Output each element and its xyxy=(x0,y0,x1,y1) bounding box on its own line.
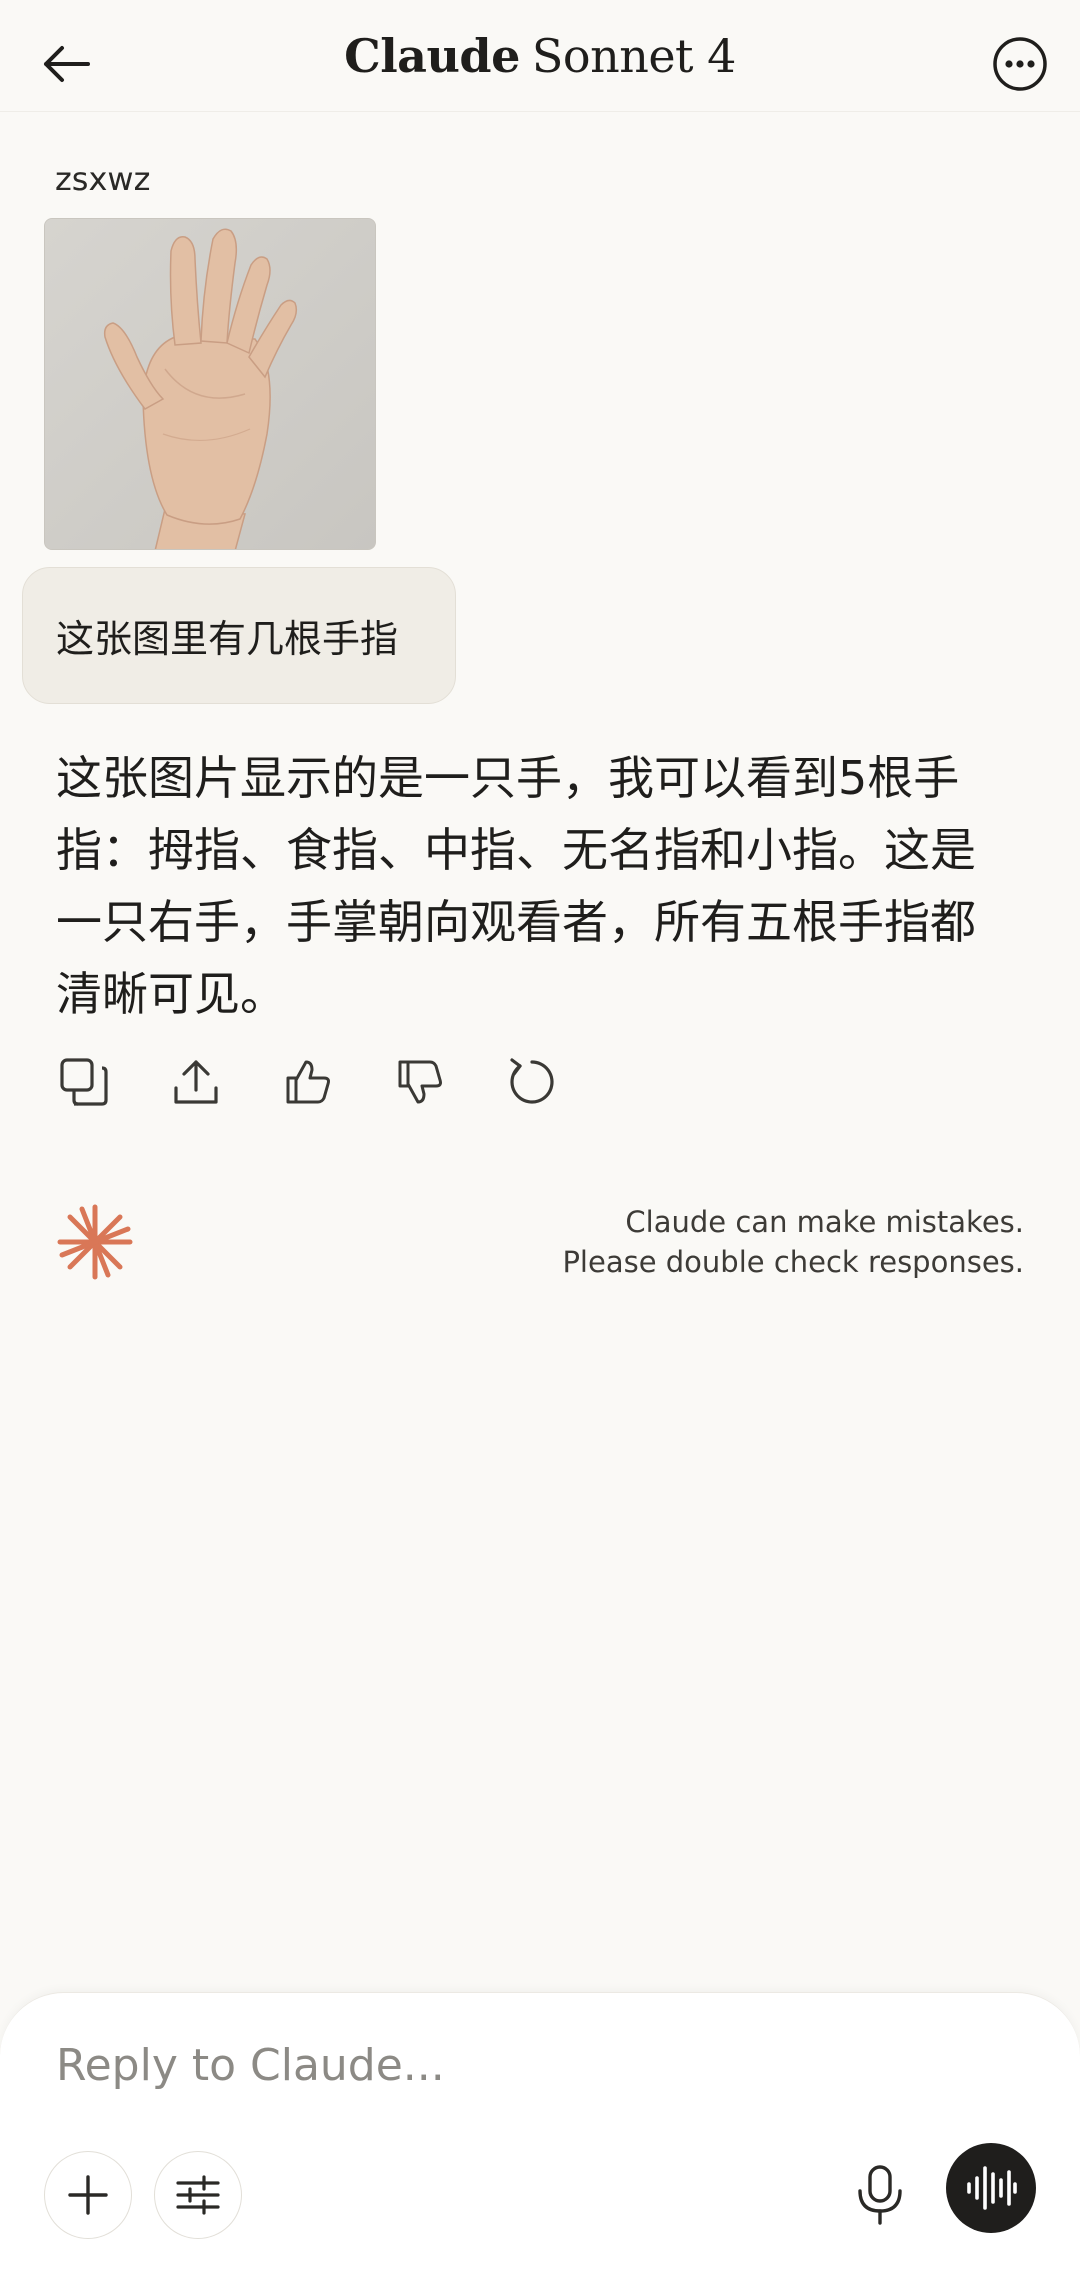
settings-button[interactable] xyxy=(154,2151,242,2239)
microphone-button[interactable] xyxy=(836,2151,924,2239)
plus-icon xyxy=(68,2175,108,2215)
add-attachment-button[interactable] xyxy=(44,2151,132,2239)
hand-photo xyxy=(45,219,375,549)
share-button[interactable] xyxy=(168,1054,224,1110)
user-message-text: 这张图里有几根手指 xyxy=(56,617,399,661)
thumbs-down-icon xyxy=(398,1060,442,1104)
disclaimer-line-2: Please double check responses. xyxy=(562,1245,1024,1279)
claude-logo-icon xyxy=(57,1204,133,1280)
image-attachment[interactable] xyxy=(44,218,376,550)
reply-input[interactable] xyxy=(56,2035,956,2095)
back-button[interactable] xyxy=(30,28,102,100)
page-title[interactable]: Claude Sonnet 4 xyxy=(344,29,736,83)
microphone-icon xyxy=(858,2165,902,2225)
disclaimer-line-1: Claude can make mistakes. xyxy=(625,1205,1024,1239)
title-model-version: Sonnet 4 xyxy=(531,28,737,83)
assistant-message-text: 这张图片显示的是一只手，我可以看到5根手指：拇指、食指、中指、无名指和小指。这是… xyxy=(56,751,976,1021)
share-icon xyxy=(174,1060,218,1104)
message-actions xyxy=(56,1050,560,1114)
copy-icon xyxy=(60,1058,108,1106)
composer xyxy=(0,1992,1080,2273)
user-message-bubble[interactable]: 这张图里有几根手指 xyxy=(22,567,456,704)
top-bar: Claude Sonnet 4 xyxy=(0,0,1080,112)
arrow-left-icon xyxy=(44,46,90,82)
thumbs-down-button[interactable] xyxy=(392,1054,448,1110)
sliders-icon xyxy=(176,2175,220,2215)
copy-button[interactable] xyxy=(56,1054,112,1110)
voice-mode-button[interactable] xyxy=(946,2143,1036,2233)
thumbs-up-button[interactable] xyxy=(280,1054,336,1110)
title-model-family: Claude xyxy=(344,28,520,83)
more-horizontal-icon xyxy=(993,37,1047,91)
chat-screen: Claude Sonnet 4 zsxwz 这张图里有几根手指 这张图片显示的是… xyxy=(0,0,1080,2273)
disclaimer-text: Claude can make mistakes. Please double … xyxy=(562,1202,1024,1282)
thumbs-up-icon xyxy=(286,1060,330,1104)
more-options-button[interactable] xyxy=(984,28,1056,100)
user-name: zsxwz xyxy=(55,160,151,198)
voice-waveform-icon xyxy=(967,2166,1017,2210)
retry-icon xyxy=(510,1058,554,1104)
retry-button[interactable] xyxy=(504,1054,560,1110)
